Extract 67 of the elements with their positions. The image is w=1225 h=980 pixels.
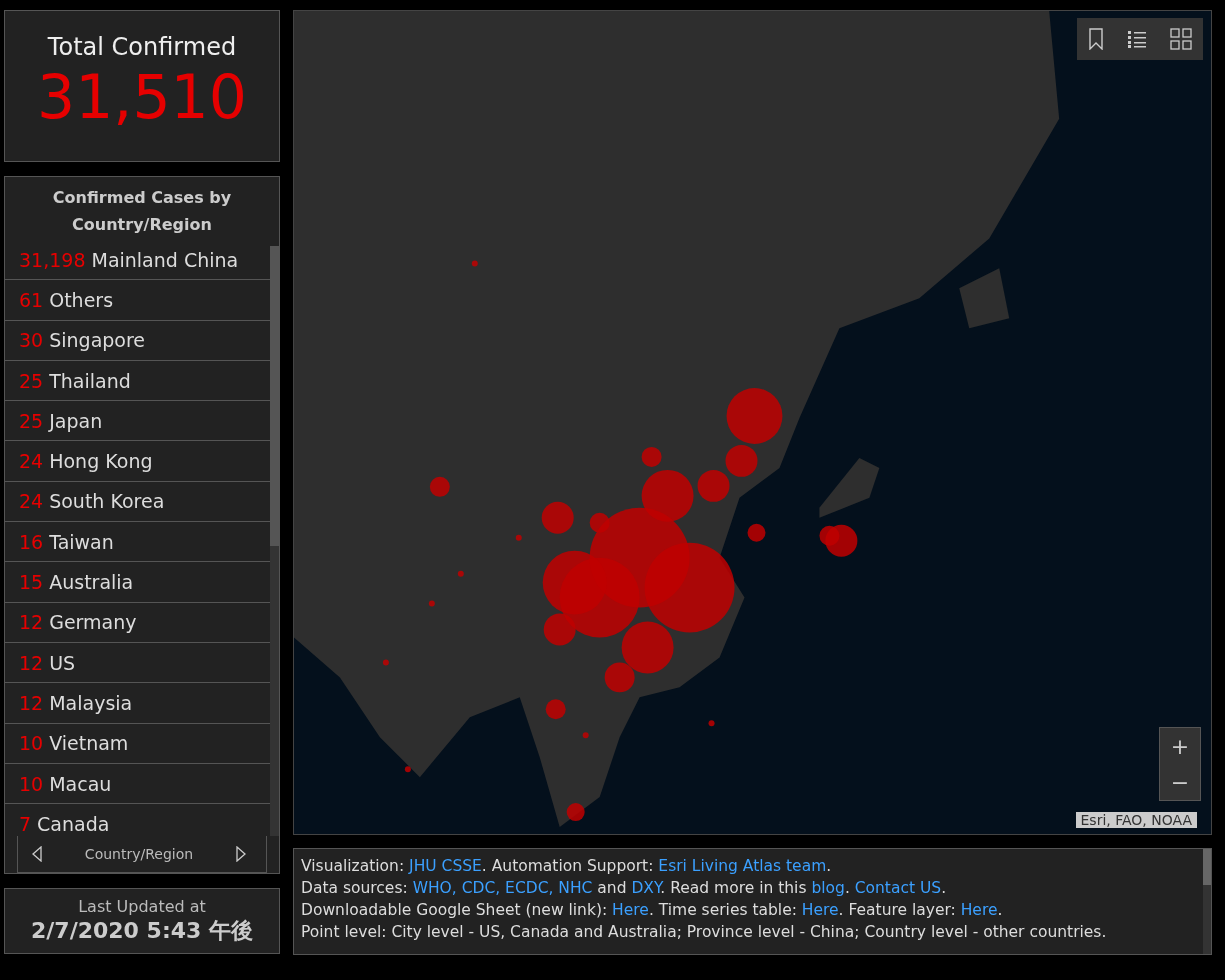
footer-text: Visualization: (301, 857, 406, 875)
country-name: Japan (49, 409, 103, 432)
total-confirmed-label: Total Confirmed (47, 33, 237, 61)
last-updated-value: 2/7/2020 5:43 午後 (31, 916, 253, 945)
previous-icon[interactable] (32, 846, 42, 862)
case-count: 31,198 (19, 248, 86, 271)
footer-text: Downloadable Google Sheet (new link): (301, 901, 609, 919)
footer-link[interactable]: blog (811, 879, 845, 897)
country-name: Hong Kong (49, 450, 153, 473)
footer-text: Data sources: (301, 879, 409, 897)
footer-text: . (941, 879, 947, 897)
country-name: Mainland China (91, 248, 239, 271)
country-name: US (49, 651, 76, 674)
footer-link[interactable]: Contact US (854, 879, 942, 897)
country-name: Germany (49, 611, 137, 634)
case-count: 10 (19, 732, 44, 755)
country-name: Singapore (49, 329, 146, 352)
case-count: 15 (19, 571, 44, 593)
map-view[interactable]: + − Esri, FAO, NOAA (293, 10, 1212, 835)
footer-link[interactable]: Here (612, 901, 649, 919)
case-count: 24 (19, 450, 44, 473)
country-name: Australia (49, 571, 134, 593)
map-attribution: Esri, FAO, NOAA (1075, 812, 1197, 828)
case-count: 24 (19, 490, 44, 513)
footer-text: . (826, 857, 832, 875)
footer-text: . (997, 901, 1003, 919)
country-name: Thailand (49, 369, 131, 392)
footer-link[interactable]: Esri Living Atlas team (658, 857, 827, 875)
case-count: 12 (19, 691, 44, 714)
footer-link[interactable]: DXY (631, 879, 661, 897)
grid-icon[interactable] (1169, 28, 1192, 50)
country-name: South Korea (49, 490, 165, 513)
case-count: 12 (19, 611, 44, 634)
footer-text: . Time series table: (648, 901, 798, 919)
scrollbar[interactable] (1203, 849, 1211, 954)
footer-link[interactable]: Here (960, 901, 998, 919)
list-icon[interactable] (1127, 29, 1147, 49)
footer-text: . Automation Support: (481, 857, 655, 875)
scrollbar[interactable] (270, 246, 279, 836)
country-name: Taiwan (49, 530, 114, 553)
footer-text: . Read more in this (660, 879, 808, 897)
country-name: Macau (49, 772, 112, 795)
case-count: 7 (19, 812, 32, 835)
case-count: 16 (19, 530, 44, 553)
bookmark-icon[interactable] (1088, 28, 1105, 50)
next-icon[interactable] (236, 846, 246, 862)
case-count: 25 (19, 409, 44, 432)
list-title: Confirmed Cases by Country/Region (51, 187, 233, 236)
case-count: 10 (19, 772, 44, 795)
footer-text: and (596, 879, 628, 897)
country-name: Malaysia (49, 691, 133, 714)
country-name: Vietnam (49, 732, 129, 755)
total-confirmed-value: 31,510 (37, 61, 247, 133)
footer-link[interactable]: Here (801, 901, 839, 919)
pager-label: Country/Region (84, 846, 194, 862)
footer-link[interactable]: JHU CSSE (409, 857, 482, 875)
country-name: Others (49, 288, 114, 311)
case-count: 61 (19, 288, 44, 311)
case-count: 30 (19, 329, 44, 352)
country-name: Canada (37, 812, 110, 835)
last-updated-label: Last Updated at (78, 896, 206, 916)
footer-text: Point level: City level - US, Canada and Australia; Province level - China; Country level - other countries. (301, 923, 1107, 941)
footer-link[interactable]: WHO, CDC, ECDC, NHC (412, 879, 593, 897)
case-count: 25 (19, 369, 44, 392)
footer-text: . (844, 879, 851, 897)
case-count: 12 (19, 651, 44, 674)
footer-text: . Feature layer: (838, 901, 957, 919)
